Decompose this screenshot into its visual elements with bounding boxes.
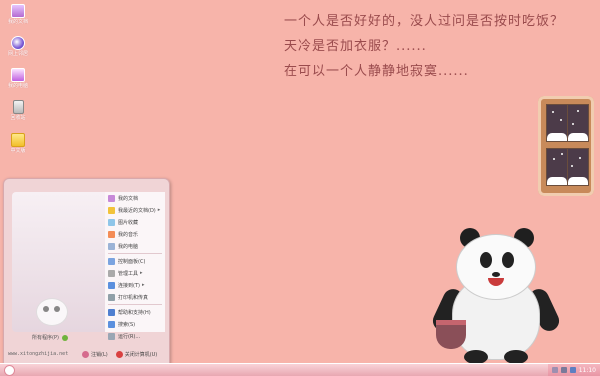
start-orb-icon	[4, 364, 15, 376]
admin-tools-icon	[108, 269, 115, 277]
start-item-label: 图片收藏	[118, 219, 139, 226]
site-watermark: www.xitongzhijia.net	[8, 351, 69, 357]
control-panel-icon	[108, 257, 115, 265]
start-menu: 我的文档 我最近的文档(D) ▸ 图片收藏 我的音乐 我的电脑 控制面板(C) …	[3, 178, 170, 363]
documents-icon	[11, 4, 25, 18]
start-item-my-documents[interactable]: 我的文档	[105, 192, 165, 204]
pictures-icon	[108, 218, 115, 226]
desktop: 我的文档 网上邻居 我的电脑 回收站 中文版 一个人是否好好的，没人过问是否按时…	[0, 0, 600, 363]
start-item-label: 运行(R)...	[118, 333, 141, 340]
start-item-label: 管理工具	[118, 270, 139, 277]
power-icon	[115, 350, 123, 358]
taskbar: 11:10	[0, 363, 600, 376]
documents-icon	[108, 194, 115, 202]
desktop-icon-label: 我的文档	[7, 19, 28, 25]
start-item-music[interactable]: 我的音乐	[105, 228, 165, 240]
start-menu-left-pane	[12, 192, 105, 332]
desktop-icon-network[interactable]: 网上邻居	[4, 36, 32, 58]
language-icon[interactable]	[551, 367, 558, 373]
desktop-icon-label: 中文版	[10, 148, 26, 154]
panda-icon	[26, 292, 76, 332]
start-item-label: 搜索(S)	[118, 321, 136, 328]
start-item-pictures[interactable]: 图片收藏	[105, 216, 165, 228]
folder-icon	[11, 133, 25, 147]
submenu-arrow-icon: ▸	[141, 282, 145, 288]
panda-illustration	[429, 228, 563, 363]
desktop-icon-label: 我的电脑	[7, 83, 28, 89]
recent-docs-icon	[108, 206, 115, 214]
wallpaper-quote-line-1: 一个人是否好好的，没人过问是否按时吃饭？	[284, 14, 565, 29]
start-menu-right-pane: 我的文档 我最近的文档(D) ▸ 图片收藏 我的音乐 我的电脑 控制面板(C) …	[105, 192, 165, 340]
help-icon	[108, 308, 115, 316]
wallpaper-window-illustration	[538, 96, 594, 196]
start-item-search[interactable]: 搜索(S)	[105, 318, 165, 330]
wallpaper-quote-line-3: 在可以一个人静静地寂寞......	[284, 64, 469, 79]
start-item-control-panel[interactable]: 控制面板(C)	[105, 255, 165, 267]
logoff-button[interactable]: 注销(L)	[82, 350, 108, 358]
computer-icon	[108, 242, 115, 250]
desktop-icon-label: 网上邻居	[7, 51, 28, 57]
start-item-run[interactable]: 运行(R)...	[105, 330, 165, 342]
start-item-help[interactable]: 帮助和支持(H)	[105, 306, 165, 318]
divider	[108, 304, 162, 305]
start-item-label: 我最近的文档(D)	[118, 207, 156, 214]
start-item-printers[interactable]: 打印机和传真	[105, 291, 165, 303]
computer-icon	[11, 68, 25, 82]
submenu-arrow-icon: ▸	[157, 207, 161, 213]
start-item-connect-to[interactable]: 连接到(T) ▸	[105, 279, 165, 291]
start-item-label: 帮助和支持(H)	[118, 309, 151, 316]
all-programs-label: 所有程序(P)	[32, 335, 59, 341]
recycle-bin-icon	[12, 100, 24, 114]
desktop-icon-folder[interactable]: 中文版	[4, 133, 32, 155]
start-menu-footer: www.xitongzhijia.net 注销(L) 关闭计算机(U)	[4, 344, 169, 363]
clock[interactable]: 11:10	[579, 367, 596, 374]
volume-icon[interactable]	[560, 367, 567, 373]
network-icon[interactable]	[569, 367, 576, 373]
desktop-icon-my-documents[interactable]: 我的文档	[4, 4, 32, 26]
run-icon	[108, 332, 115, 340]
shutdown-button[interactable]: 关闭计算机(U)	[115, 350, 158, 358]
start-item-label: 连接到(T)	[118, 282, 140, 289]
connect-icon	[108, 281, 115, 289]
desktop-icon-computer[interactable]: 我的电脑	[4, 68, 32, 90]
system-tray: 11:10	[547, 364, 600, 376]
search-icon	[108, 320, 115, 328]
network-icon	[11, 36, 25, 50]
arrow-right-icon	[61, 334, 68, 341]
start-item-label: 我的文档	[118, 195, 139, 202]
desktop-icon-recycle-bin[interactable]: 回收站	[4, 100, 32, 122]
divider	[108, 253, 162, 254]
shutdown-label: 关闭计算机(U)	[124, 351, 158, 358]
start-button[interactable]	[0, 364, 44, 376]
logoff-icon	[82, 350, 89, 358]
music-icon	[108, 230, 115, 238]
printer-icon	[108, 293, 115, 301]
start-item-recent-docs[interactable]: 我最近的文档(D) ▸	[105, 204, 165, 216]
start-item-label: 我的音乐	[118, 231, 139, 238]
start-item-my-computer[interactable]: 我的电脑	[105, 240, 165, 252]
submenu-arrow-icon: ▸	[140, 270, 143, 276]
all-programs-button[interactable]: 所有程序(P)	[32, 334, 68, 341]
start-item-admin-tools[interactable]: 管理工具 ▸	[105, 267, 165, 279]
start-item-label: 我的电脑	[118, 243, 139, 250]
wallpaper-quote-line-2: 天冷是否加衣服？......	[284, 39, 427, 54]
logoff-label: 注销(L)	[91, 351, 108, 358]
start-item-label: 打印机和传真	[118, 294, 149, 301]
desktop-icon-label: 回收站	[10, 115, 26, 121]
start-item-label: 控制面板(C)	[118, 258, 146, 265]
